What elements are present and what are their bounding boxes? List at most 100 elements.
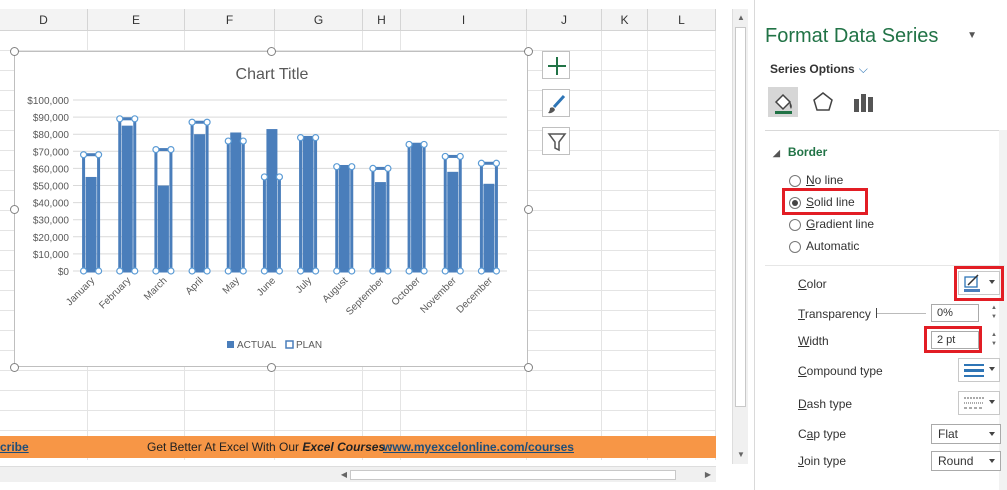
selection-point xyxy=(152,145,160,154)
compound-type-label: Compound type xyxy=(798,364,883,378)
horizontal-scrollbar[interactable]: ◀ ▶ xyxy=(0,466,716,482)
pane-options-dropdown[interactable]: ▼ xyxy=(967,30,977,41)
tab-effects[interactable] xyxy=(808,87,838,117)
radio-automatic[interactable] xyxy=(789,240,801,253)
selection-point xyxy=(420,140,428,149)
chart-resize-handle[interactable] xyxy=(524,47,533,56)
selection-point xyxy=(477,267,486,275)
radio-no-line[interactable] xyxy=(789,174,801,187)
selection-point xyxy=(348,163,356,171)
chart-resize-handle[interactable] xyxy=(267,47,276,56)
chart-resize-handle[interactable] xyxy=(10,47,19,56)
selection-point xyxy=(131,115,139,123)
x-tick-label: July xyxy=(294,275,314,295)
selection-point xyxy=(492,159,501,167)
x-tick-label: October xyxy=(390,275,423,308)
selection-point xyxy=(79,151,88,159)
selection-point xyxy=(79,267,88,275)
y-tick-label: $30,000 xyxy=(33,216,70,227)
scroll-down-icon[interactable]: ▼ xyxy=(735,449,747,461)
scroll-left-icon[interactable]: ◀ xyxy=(338,469,350,481)
column-header-g[interactable]: G xyxy=(275,9,363,31)
subscribe-link[interactable]: cribe xyxy=(0,436,29,458)
chevron-down-icon xyxy=(989,400,995,404)
chart-resize-handle[interactable] xyxy=(267,363,276,372)
transparency-slider-handle[interactable] xyxy=(876,308,877,318)
legend-swatch-plan xyxy=(285,340,294,349)
selection-point xyxy=(441,152,449,161)
excel-window: DEFGHIJKL Chart Title $0 $10,000 $20,000 $30… xyxy=(0,0,1007,490)
chevron-down-icon xyxy=(989,459,995,463)
dash-type-button[interactable] xyxy=(958,391,1000,415)
legend-label-actual: ACTUAL xyxy=(237,340,277,351)
chart-styles-button[interactable] xyxy=(542,89,570,117)
no-line-option[interactable]: No line xyxy=(789,171,843,189)
highlight-width xyxy=(924,326,982,353)
vertical-scrollbar[interactable]: ▲ ▼ xyxy=(732,9,748,464)
legend-swatch-actual xyxy=(227,341,234,348)
paint-bucket-icon xyxy=(774,93,792,114)
y-tick-label: $50,000 xyxy=(33,182,70,193)
highlight-color xyxy=(954,266,1004,301)
transparency-input[interactable]: 0% xyxy=(931,304,979,322)
chart-resize-handle[interactable] xyxy=(10,205,19,214)
scroll-up-icon[interactable]: ▲ xyxy=(735,12,747,24)
chart-area[interactable]: Chart Title $0 $10,000 $20,000 $30,000 $40,00… xyxy=(14,51,528,367)
chart-resize-handle[interactable] xyxy=(524,205,533,214)
selection-point xyxy=(203,118,211,126)
chevron-down-icon: ⌵ xyxy=(858,62,868,76)
pane-title: Format Data Series xyxy=(765,25,939,47)
join-type-select[interactable]: Round xyxy=(931,451,1001,471)
chart-elements-button[interactable] xyxy=(542,51,570,79)
column-header-k[interactable]: K xyxy=(602,9,648,31)
transparency-label: Transparency xyxy=(798,307,871,321)
selection-point xyxy=(384,267,392,275)
tab-series-options[interactable] xyxy=(848,87,878,117)
scroll-right-icon[interactable]: ▶ xyxy=(702,469,714,481)
tab-fill-line[interactable] xyxy=(768,87,798,117)
column-header-i[interactable]: I xyxy=(401,9,527,31)
y-tick-label: $70,000 xyxy=(33,147,70,158)
vertical-scroll-thumb[interactable] xyxy=(735,27,746,407)
transparency-slider[interactable] xyxy=(876,313,926,314)
width-spinner-icon[interactable]: ▲ ▼ xyxy=(989,331,999,349)
gradient-line-option[interactable]: Gradient line xyxy=(789,215,874,233)
y-tick-label: $10,000 xyxy=(33,250,70,261)
transparency-spinner-icon[interactable]: ▲ ▼ xyxy=(989,304,999,322)
compound-lines-icon xyxy=(964,364,984,377)
selection-point xyxy=(188,267,196,275)
compound-type-button[interactable] xyxy=(958,358,1000,382)
chart-filters-button[interactable] xyxy=(542,127,570,155)
promo-banner: cribe Get Better At Excel With Our Excel… xyxy=(0,436,716,458)
automatic-option[interactable]: Automatic xyxy=(789,237,859,255)
column-header-l[interactable]: L xyxy=(648,9,716,31)
series-options-dropdown[interactable]: Series Options ⌵ xyxy=(770,62,868,77)
worksheet[interactable]: DEFGHIJKL Chart Title $0 $10,000 $20,000 $30… xyxy=(0,0,730,490)
chart-plot[interactable]: Chart Title $0 $10,000 $20,000 $30,000 $40,00… xyxy=(15,52,529,368)
cap-type-select[interactable]: Flat xyxy=(931,424,1001,444)
selection-point xyxy=(405,267,413,275)
courses-link[interactable]: www.myexcelonline.com/courses xyxy=(383,436,574,458)
column-header-j[interactable]: J xyxy=(527,9,602,31)
chart-resize-handle[interactable] xyxy=(10,363,19,372)
selection-point xyxy=(94,267,103,275)
border-section-header[interactable]: ◢ Border xyxy=(773,145,827,159)
horizontal-scroll-thumb[interactable] xyxy=(350,470,676,480)
selection-point xyxy=(188,118,196,126)
x-tick-label: June xyxy=(255,275,278,298)
column-header-h[interactable]: H xyxy=(363,9,401,31)
selection-point xyxy=(275,267,284,275)
selection-point xyxy=(152,267,160,275)
chart-resize-handle[interactable] xyxy=(524,363,533,372)
column-header-e[interactable]: E xyxy=(88,9,185,31)
join-type-label: Join type xyxy=(798,454,847,468)
radio-gradient-line[interactable] xyxy=(789,218,801,231)
gridline xyxy=(0,430,716,431)
selection-point xyxy=(369,164,377,173)
column-header-d[interactable]: D xyxy=(0,9,88,31)
selection-point xyxy=(203,267,211,275)
x-tick-label: November xyxy=(418,275,459,316)
plus-icon xyxy=(548,57,566,75)
x-tick-label: May xyxy=(221,275,242,296)
column-header-f[interactable]: F xyxy=(185,9,275,31)
